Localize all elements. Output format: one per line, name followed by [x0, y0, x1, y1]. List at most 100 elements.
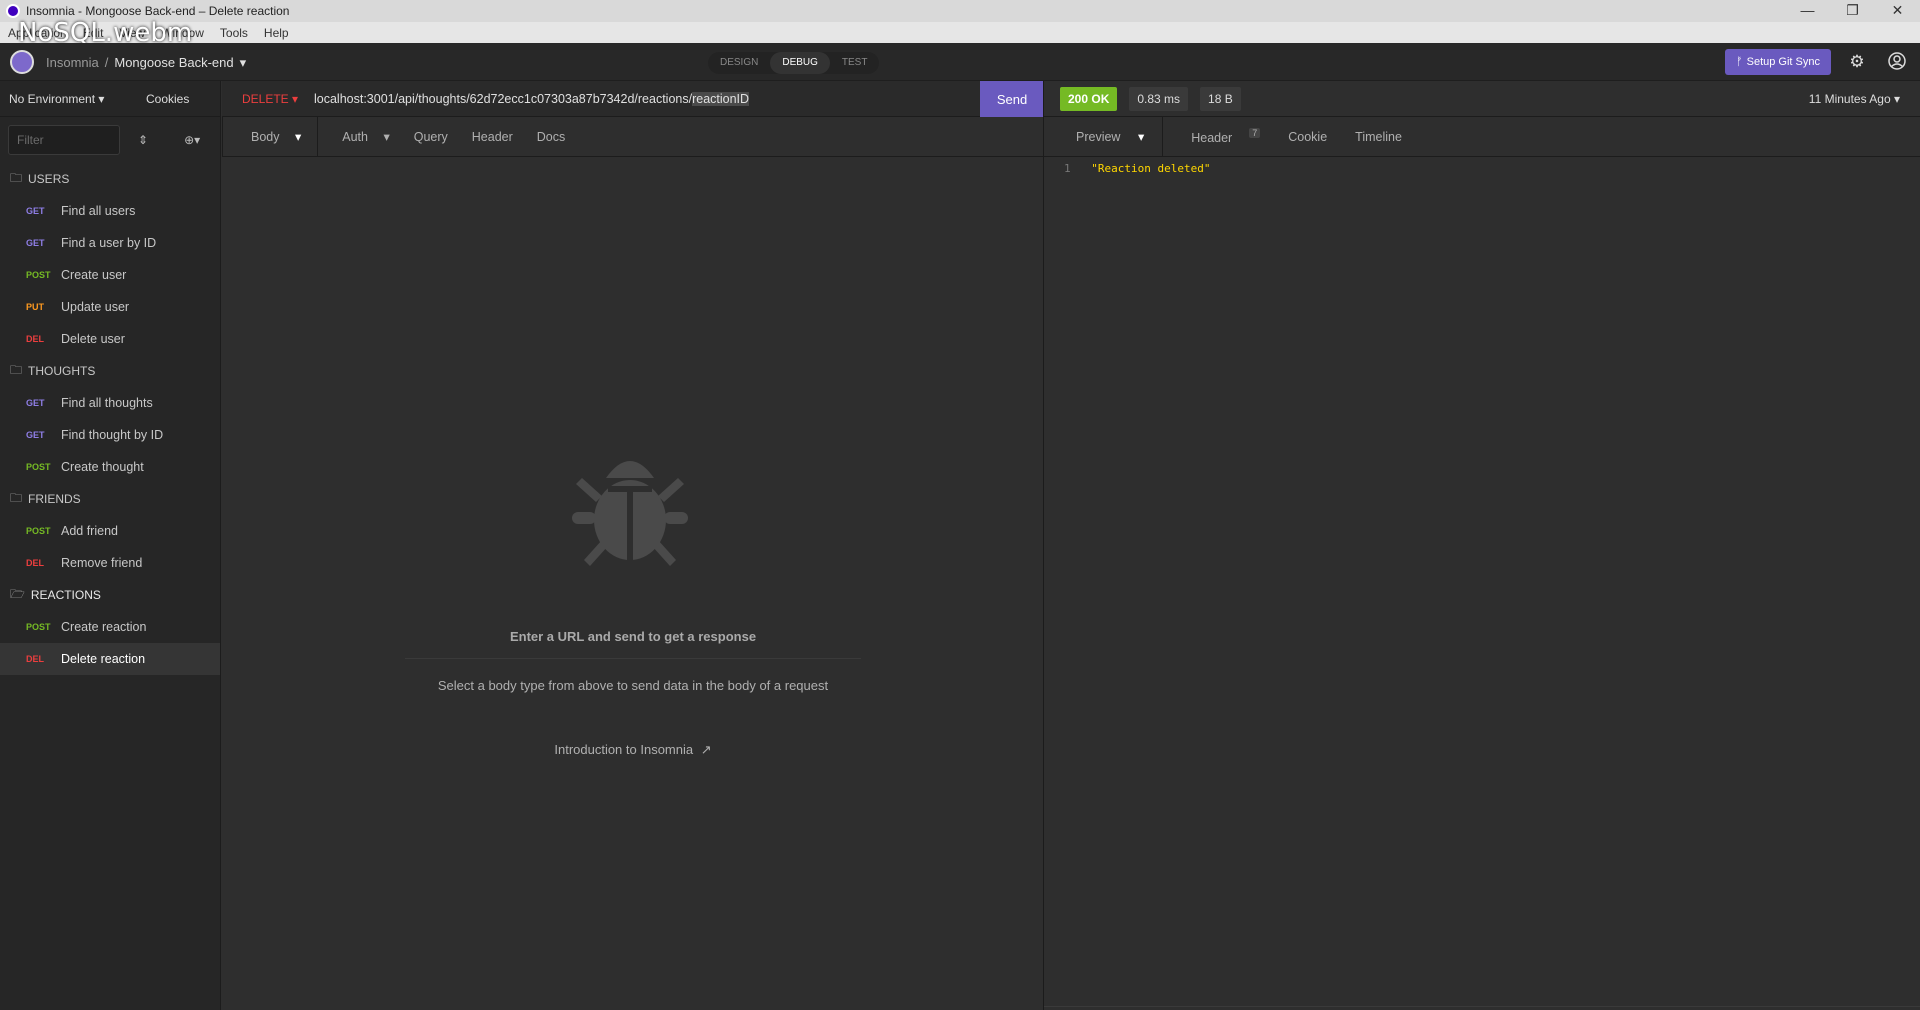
sidebar-item-create-thought[interactable]: POST Create thought [0, 451, 220, 483]
method-badge: GET [26, 238, 45, 248]
send-button[interactable]: Send [980, 81, 1044, 117]
external-link-icon: ↗ [700, 742, 712, 757]
sidebar-item-find-user-by-id[interactable]: GET Find a user by ID [0, 227, 220, 259]
insomnia-logo-icon [6, 4, 20, 18]
header-count-badge: 7 [1249, 128, 1261, 139]
pane-divider[interactable] [1043, 81, 1044, 1010]
folder-open-icon: 🗁 [10, 586, 25, 601]
folder-icon: 🗀 [10, 490, 23, 505]
setup-git-sync-button[interactable]: ᚠ Setup Git Sync [1725, 49, 1831, 75]
filter-input[interactable] [8, 125, 120, 155]
folder-icon: 🗀 [10, 362, 23, 377]
method-badge: POST [26, 270, 51, 280]
filter-row: ⇕ ⊕▾ [0, 117, 220, 163]
tab-auth[interactable]: Auth ▾ [318, 129, 401, 144]
url-selected-segment: reactionID [692, 91, 750, 106]
tab-docs[interactable]: Docs [525, 130, 577, 144]
response-size-badge: 18 B [1200, 86, 1241, 111]
response-status-bar: 200 OK 0.83 ms 18 B 11 Minutes Ago ▾ [1044, 81, 1920, 117]
empty-state-subtitle: Select a body type from above to send da… [437, 678, 829, 693]
sidebar-item-update-user[interactable]: PUT Update user [0, 291, 220, 323]
method-badge: GET [26, 206, 45, 216]
tab-response-header[interactable]: Header 7 [1163, 128, 1274, 145]
folder-reactions[interactable]: 🗁 REACTIONS [0, 579, 220, 611]
chevron-down-icon[interactable]: ▾ [240, 55, 247, 71]
tab-cookie[interactable]: Cookie [1274, 130, 1341, 144]
mode-tabs: DESIGN DEBUG TEST [708, 52, 880, 74]
method-badge: DEL [26, 654, 44, 664]
method-badge: DEL [26, 558, 44, 568]
sidebar-item-find-thought-by-id[interactable]: GET Find thought by ID [0, 419, 220, 451]
history-dropdown[interactable]: 11 Minutes Ago ▾ [1809, 92, 1900, 106]
tab-timeline[interactable]: Timeline [1341, 130, 1416, 144]
folder-label: FRIENDS [28, 492, 81, 506]
menu-help[interactable]: Help [256, 26, 297, 40]
tab-preview[interactable]: Preview ▾ [1044, 117, 1164, 156]
url-bar: DELETE ▾ localhost:3001/api/thoughts/62d… [222, 81, 1044, 117]
insomnia-brand-icon[interactable] [10, 50, 34, 74]
tab-query[interactable]: Query [402, 130, 460, 144]
response-body-text: "Reaction deleted" [1091, 162, 1211, 175]
empty-state-title: Enter a URL and send to get a response [509, 629, 757, 644]
method-badge: GET [26, 398, 45, 408]
folder-friends[interactable]: 🗀 FRIENDS [0, 483, 220, 515]
request-label: Find all thoughts [61, 396, 153, 410]
tab-body[interactable]: Body ▾ [222, 117, 319, 156]
request-label: Create thought [61, 460, 144, 474]
gear-icon[interactable]: ⚙ [1847, 52, 1867, 72]
sidebar-item-create-user[interactable]: POST Create user [0, 259, 220, 291]
environment-row: No Environment ▾ Cookies [0, 81, 220, 117]
url-input[interactable]: localhost:3001/api/thoughts/62d72ecc1c07… [314, 91, 750, 106]
request-label: Delete reaction [61, 652, 146, 666]
tab-header[interactable]: Header [460, 130, 525, 144]
close-icon[interactable]: ✕ [1875, 0, 1920, 22]
folder-label: USERS [28, 172, 70, 186]
folder-label: THOUGHTS [28, 364, 96, 378]
menu-tools[interactable]: Tools [212, 26, 256, 40]
window-titlebar: Insomnia - Mongoose Back-end – Delete re… [0, 0, 1920, 22]
request-label: Remove friend [61, 556, 143, 570]
sidebar-item-delete-reaction[interactable]: DEL Delete reaction [0, 643, 220, 675]
sort-icon[interactable]: ⇕ [138, 133, 148, 147]
add-icon[interactable]: ⊕▾ [184, 133, 200, 147]
tab-debug[interactable]: DEBUG [770, 52, 830, 74]
method-selector[interactable]: DELETE ▾ [222, 92, 314, 106]
request-label: Update user [61, 300, 130, 314]
folder-label: REACTIONS [30, 588, 101, 602]
response-time-badge: 0.83 ms [1129, 86, 1189, 111]
sidebar-item-find-all-thoughts[interactable]: GET Find all thoughts [0, 387, 220, 419]
request-label: Find thought by ID [61, 428, 164, 442]
window-title: Insomnia - Mongoose Back-end – Delete re… [26, 4, 290, 18]
sidebar-item-create-reaction[interactable]: POST Create reaction [0, 611, 220, 643]
environment-selector[interactable]: No Environment ▾ [0, 92, 140, 106]
tab-test[interactable]: TEST [830, 52, 880, 74]
minimize-icon[interactable]: — [1785, 0, 1830, 22]
request-label: Find a user by ID [61, 236, 157, 250]
breadcrumb: Insomnia / Mongoose Back-end ▾ [46, 55, 246, 71]
method-badge: DEL [26, 334, 44, 344]
git-sync-label: Setup Git Sync [1746, 56, 1820, 68]
window-controls: — ❐ ✕ [1785, 0, 1920, 22]
sidebar-item-add-friend[interactable]: POST Add friend [0, 515, 220, 547]
sidebar-item-remove-friend[interactable]: DEL Remove friend [0, 547, 220, 579]
restore-icon[interactable]: ❐ [1830, 0, 1875, 22]
breadcrumb-root[interactable]: Insomnia [46, 55, 99, 71]
line-number: 1 [1064, 162, 1071, 175]
folder-thoughts[interactable]: 🗀 THOUGHTS [0, 355, 220, 387]
method-badge: POST [26, 462, 51, 472]
folder-users[interactable]: 🗀 USERS [0, 163, 220, 195]
intro-link[interactable]: Introduction to Insomnia ↗ [222, 742, 1044, 758]
tab-design[interactable]: DESIGN [708, 52, 770, 74]
sidebar-item-delete-user[interactable]: DEL Delete user [0, 323, 220, 355]
divider [1044, 1006, 1920, 1007]
account-icon[interactable] [1887, 52, 1907, 72]
menu-bar: Application Edit View Window Tools Help [0, 22, 1920, 43]
method-badge: PUT [26, 302, 44, 312]
request-label: Add friend [61, 524, 118, 538]
breadcrumb-project[interactable]: Mongoose Back-end [114, 55, 233, 71]
request-tabs: Body ▾ Auth ▾ Query Header Docs [222, 117, 1044, 157]
sidebar-item-find-all-users[interactable]: GET Find all users [0, 195, 220, 227]
breadcrumb-separator: / [104, 55, 109, 70]
bug-icon [572, 461, 688, 566]
cookies-button[interactable]: Cookies [146, 92, 189, 106]
